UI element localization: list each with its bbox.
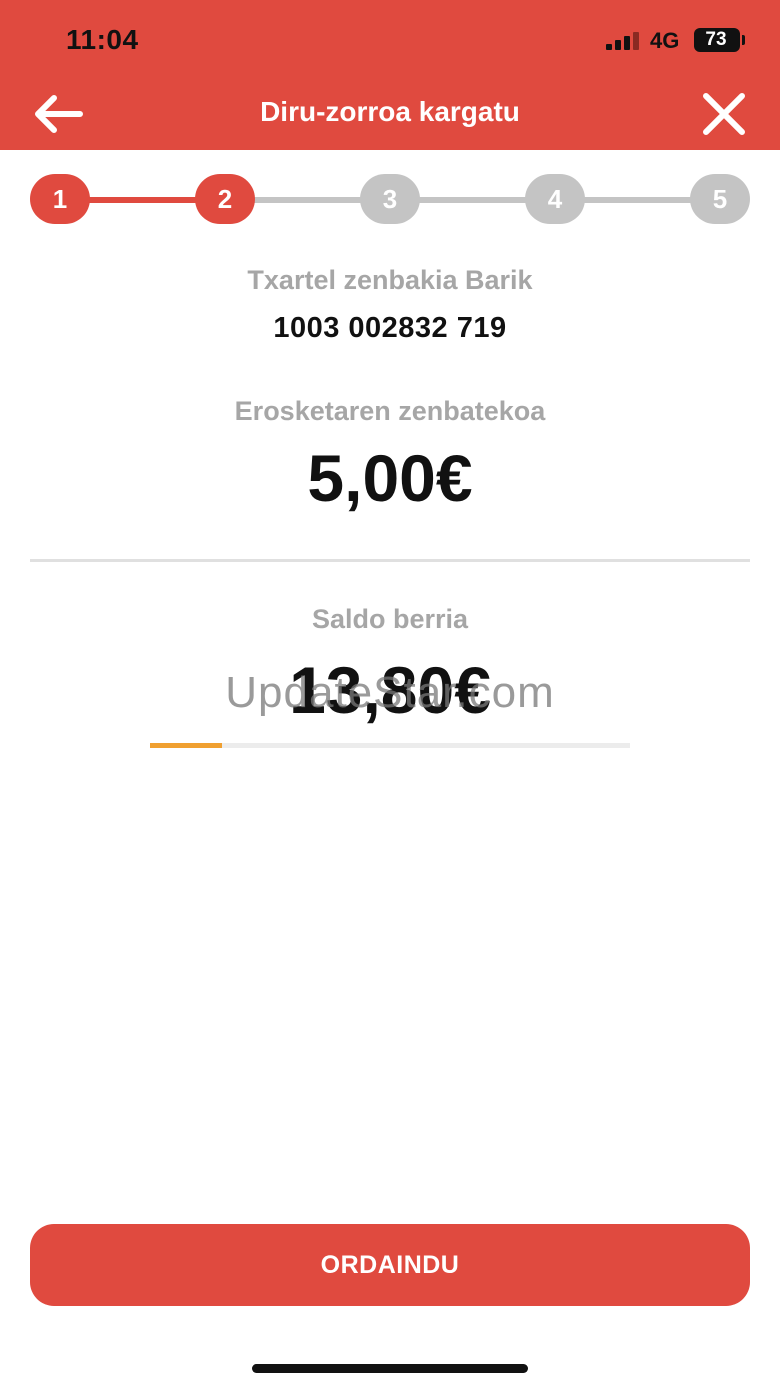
new-balance-label: Saldo berria xyxy=(311,604,469,634)
purchase-amount-label: Erosketaren zenbatekoa xyxy=(234,396,546,426)
progress-stepper: 1 2 3 4 5 xyxy=(30,174,750,226)
app-header: 11:04 4G 73 Diru-zorroa kargatu xyxy=(0,0,780,150)
step-1: 1 xyxy=(30,174,90,224)
close-button[interactable] xyxy=(700,92,748,136)
battery-percent: 73 xyxy=(705,29,727,50)
loading-progress-fill xyxy=(150,743,222,748)
watermark: UpdateStar.com xyxy=(225,668,555,717)
loading-progress-bar xyxy=(150,743,630,748)
card-number-value: 1003 002832 719 xyxy=(273,312,507,344)
card-number-label: Txartel zenbakia Barik xyxy=(247,265,533,295)
pay-button[interactable]: ORDAINDU xyxy=(30,1224,750,1306)
battery-icon: 73 xyxy=(694,28,745,52)
step-2: 2 xyxy=(195,174,255,224)
status-time: 11:04 xyxy=(66,24,139,55)
home-indicator xyxy=(252,1364,528,1373)
step-3: 3 xyxy=(360,174,420,224)
close-icon xyxy=(703,93,745,135)
page-title: Diru-zorroa kargatu xyxy=(260,96,520,127)
signal-icon xyxy=(606,32,640,50)
network-type: 4G xyxy=(650,28,680,53)
divider xyxy=(30,559,750,562)
purchase-amount-value: 5,00€ xyxy=(307,441,473,515)
step-4: 4 xyxy=(525,174,585,224)
step-5: 5 xyxy=(690,174,750,224)
